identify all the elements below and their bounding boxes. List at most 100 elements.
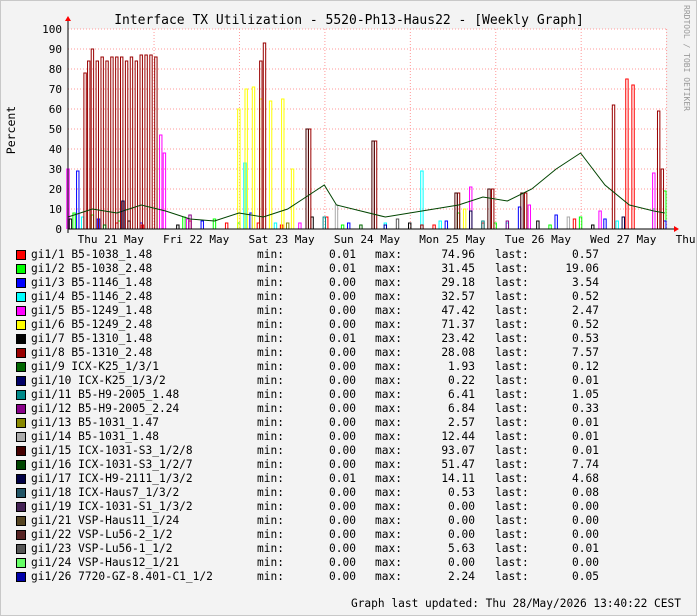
legend-row: gi1/1 B5-1038_1.48 min: 0.01 max: 74.96 last:… [16, 248, 676, 262]
legend-series-name: gi1/5 B5-1249_1.48 [31, 304, 153, 317]
legend-swatch [16, 544, 26, 554]
legend-min-value: 0.00 [329, 290, 356, 303]
legend-swatch [16, 516, 26, 526]
y-tick-label: 100 [42, 23, 62, 36]
legend-max-label: max: [375, 472, 402, 485]
legend-max-value: 0.53 [448, 486, 475, 499]
legend-max-value: 23.42 [441, 332, 475, 345]
grid [68, 28, 668, 230]
legend-last-label: last: [495, 556, 529, 569]
legend-series-name: gi1/14 B5-1031_1.48 [31, 430, 159, 443]
legend-row: gi1/8 B5-1310_2.48 min: 0.00 max: 28.08 last:… [16, 346, 676, 360]
legend-swatch [16, 362, 26, 372]
legend-min-value: 0.00 [329, 528, 356, 541]
legend-min-label: min: [257, 276, 284, 289]
legend-swatch [16, 418, 26, 428]
legend-last-label: last: [495, 458, 529, 471]
legend-swatch [16, 334, 26, 344]
legend-last-label: last: [495, 388, 529, 401]
legend-max-label: max: [375, 542, 402, 555]
legend-max-value: 12.44 [441, 430, 475, 443]
legend-series-name: gi1/4 B5-1146_2.48 [31, 290, 153, 303]
legend-min-label: min: [257, 570, 284, 583]
legend-series-name: gi1/15 ICX-1031-S3_1/2/8 [31, 444, 193, 457]
legend-last-value: 1.05 [572, 388, 599, 401]
legend-last-label: last: [495, 374, 529, 387]
legend-last-value: 0.05 [572, 570, 599, 583]
legend-series-name: gi1/11 B5-H9-2005_1.48 [31, 388, 180, 401]
legend-series-name: gi1/1 B5-1038_1.48 [31, 248, 153, 261]
legend-series-name: gi1/10 ICX-K25_1/3/2 [31, 374, 166, 387]
legend-min-value: 0.00 [329, 374, 356, 387]
legend-last-value: 0.01 [572, 444, 599, 457]
legend-max-label: max: [375, 248, 402, 261]
legend-last-value: 0.12 [572, 360, 599, 373]
legend-max-value: 0.00 [448, 514, 475, 527]
legend-last-value: 4.68 [572, 472, 599, 485]
legend-last-label: last: [495, 248, 529, 261]
legend-swatch [16, 278, 26, 288]
legend-series-name: gi1/16 ICX-1031-S3_1/2/7 [31, 458, 193, 471]
legend-max-label: max: [375, 374, 402, 387]
legend-row: gi1/4 B5-1146_2.48 min: 0.00 max: 32.57 last:… [16, 290, 676, 304]
legend-swatch [16, 320, 26, 330]
y-tick-label: 0 [55, 223, 62, 236]
legend-min-label: min: [257, 388, 284, 401]
legend-min-label: min: [257, 458, 284, 471]
legend-max-label: max: [375, 556, 402, 569]
legend-min-value: 0.00 [329, 542, 356, 555]
legend-row: gi1/7 B5-1310_1.48 min: 0.01 max: 23.42 last:… [16, 332, 676, 346]
legend-series-name: gi1/17 ICX-H9-2111_1/3/2 [31, 472, 193, 485]
legend-min-label: min: [257, 332, 284, 345]
chart-title: Interface TX Utilization - 5520-Ph13-Hau… [114, 13, 584, 28]
legend-min-value: 0.00 [329, 570, 356, 583]
y-axis-label: Percent [4, 106, 18, 154]
legend-min-label: min: [257, 262, 284, 275]
legend-row: gi1/23 VSP-Lu56-1_1/2 min: 0.00 max: 5.63 las… [16, 542, 676, 556]
legend-min-label: min: [257, 430, 284, 443]
legend-series-name: gi1/23 VSP-Lu56-1_1/2 [31, 542, 173, 555]
legend-min-value: 0.00 [329, 346, 356, 359]
legend-row: gi1/26 7720-GZ-8.401-C1_1/2 min: 0.00 max: 2… [16, 570, 676, 584]
legend-row: gi1/21 VSP-Haus11_1/24 min: 0.00 max: 0.00 la… [16, 514, 676, 528]
legend-last-value: 7.57 [572, 346, 599, 359]
legend-last-value: 19.06 [565, 262, 599, 275]
legend-min-label: min: [257, 514, 284, 527]
legend-max-value: 6.84 [448, 402, 475, 415]
legend-max-value: 0.00 [448, 556, 475, 569]
legend-max-label: max: [375, 430, 402, 443]
legend-row: gi1/10 ICX-K25_1/3/2 min: 0.00 max: 0.22 last… [16, 374, 676, 388]
legend-max-label: max: [375, 570, 402, 583]
legend-swatch [16, 390, 26, 400]
legend-max-label: max: [375, 318, 402, 331]
legend-swatch [16, 474, 26, 484]
legend-min-value: 0.00 [329, 486, 356, 499]
legend-last-value: 0.08 [572, 486, 599, 499]
legend-swatch [16, 502, 26, 512]
legend-min-value: 0.00 [329, 500, 356, 513]
legend-max-value: 51.47 [441, 458, 475, 471]
legend-row: gi1/12 B5-H9-2005_2.24 min: 0.00 max: 6.84 la… [16, 402, 676, 416]
legend-series-name: gi1/9 ICX-K25_1/3/1 [31, 360, 159, 373]
legend-min-value: 0.00 [329, 360, 356, 373]
legend-min-value: 0.00 [329, 304, 356, 317]
legend-row: gi1/5 B5-1249_1.48 min: 0.00 max: 47.42 last:… [16, 304, 676, 318]
legend-max-value: 71.37 [441, 318, 475, 331]
legend-last-label: last: [495, 332, 529, 345]
legend-series-name: gi1/6 B5-1249_2.48 [31, 318, 153, 331]
legend-swatch [16, 530, 26, 540]
legend-swatch [16, 446, 26, 456]
legend-last-label: last: [495, 486, 529, 499]
legend-max-label: max: [375, 416, 402, 429]
y-tick-label: 50 [49, 123, 62, 136]
x-tick-label: Mon 25 May [419, 233, 486, 246]
legend-swatch [16, 348, 26, 358]
y-tick-label: 70 [49, 83, 62, 96]
legend-last-value: 0.00 [572, 514, 599, 527]
legend-max-label: max: [375, 388, 402, 401]
legend-last-value: 0.52 [572, 290, 599, 303]
legend-min-label: min: [257, 360, 284, 373]
legend-max-value: 2.57 [448, 416, 475, 429]
legend-swatch [16, 376, 26, 386]
legend-min-label: min: [257, 416, 284, 429]
